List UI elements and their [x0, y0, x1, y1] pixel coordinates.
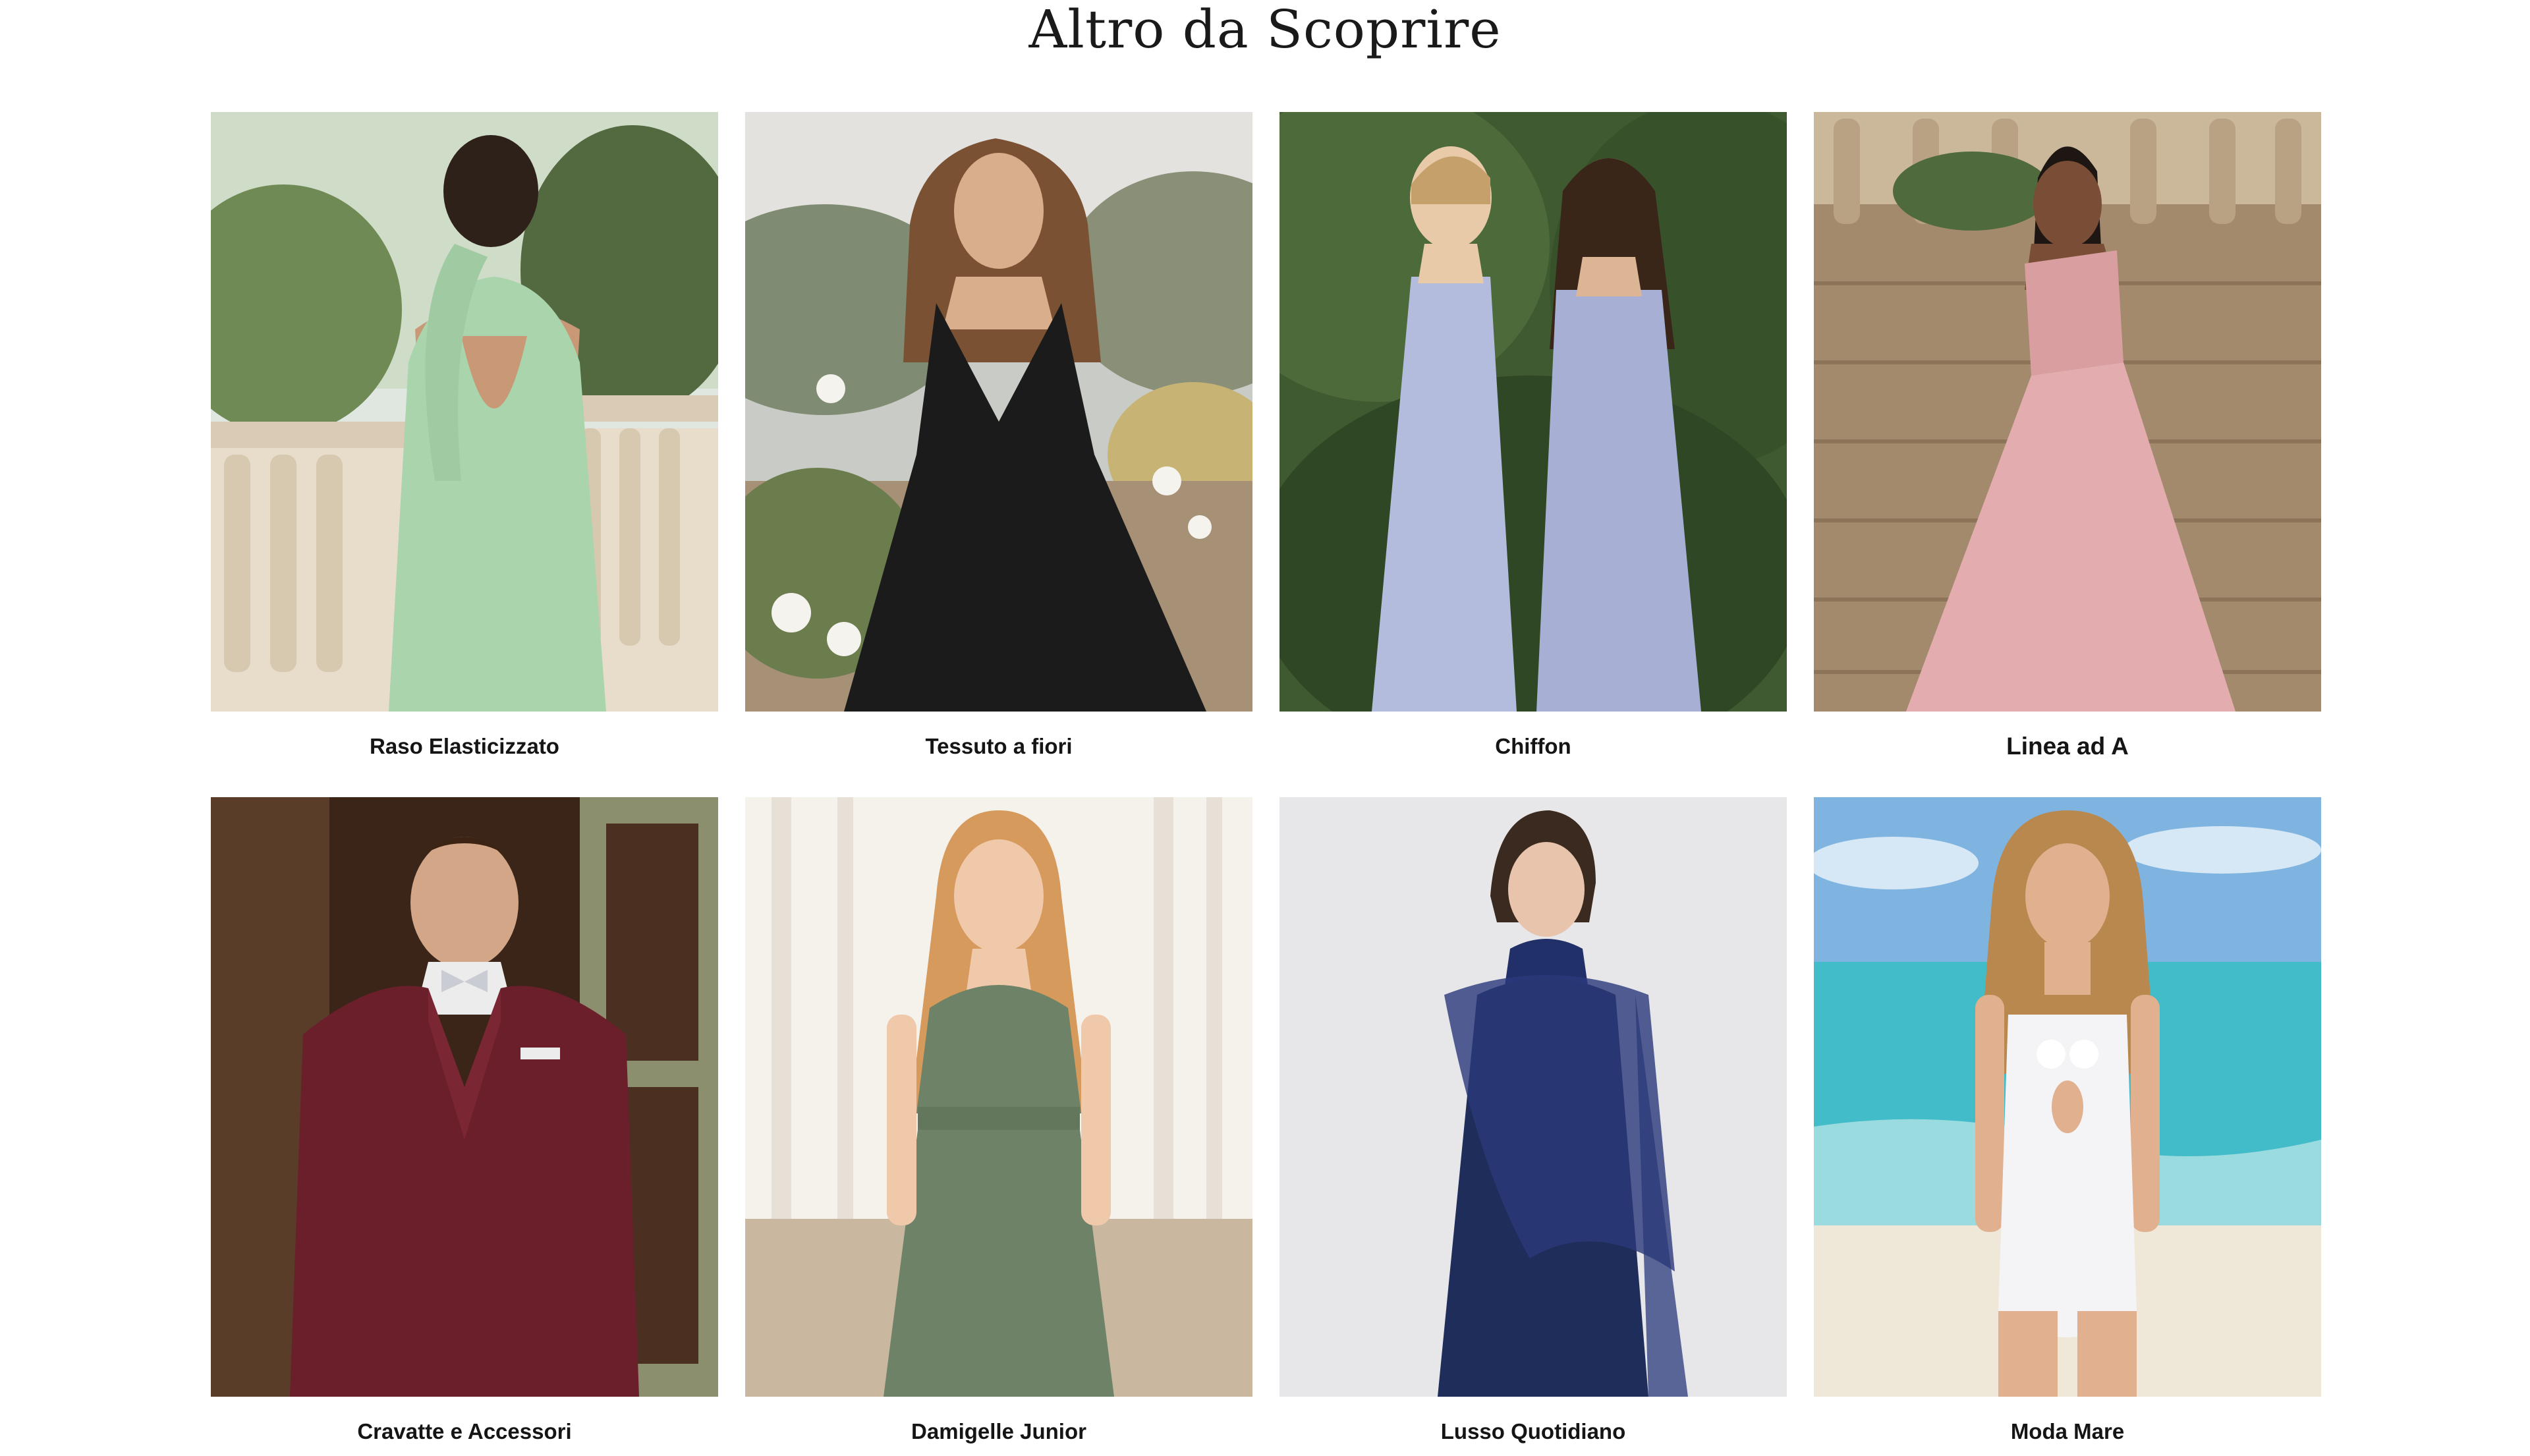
- category-label: Linea ad A: [2006, 733, 2129, 760]
- category-label: Moda Mare: [2010, 1419, 2125, 1443]
- category-label: Damigelle Junior: [911, 1419, 1086, 1443]
- category-image-raso-elasticizzato: [211, 112, 718, 712]
- photo-lavender-dresses: [1279, 112, 1787, 712]
- category-grid: Raso Elasticizzato Tessuto a fiori Chiff…: [211, 112, 2322, 1456]
- category-card-cravatte-e-accessori[interactable]: Cravatte e Accessori: [211, 797, 718, 1456]
- category-card-linea-ad-a[interactable]: Linea ad A: [1814, 112, 2321, 797]
- category-card-moda-mare[interactable]: Moda Mare: [1814, 797, 2321, 1456]
- photo-green-satin-dress: [211, 112, 718, 712]
- photo-pink-gown: [1814, 112, 2321, 712]
- category-label: Raso Elasticizzato: [370, 734, 559, 758]
- category-image-damigelle-junior: [745, 797, 1252, 1397]
- photo-sage-green-dress: [745, 797, 1252, 1397]
- category-label: Chiffon: [1495, 734, 1571, 758]
- category-card-raso-elasticizzato[interactable]: Raso Elasticizzato: [211, 112, 718, 797]
- category-image-cravatte-e-accessori: [211, 797, 718, 1397]
- photo-burgundy-suit: [211, 797, 718, 1397]
- category-image-chiffon: [1279, 112, 1787, 712]
- section-title: Altro da Scoprire: [1028, 0, 1502, 60]
- category-label: Cravatte e Accessori: [357, 1419, 572, 1443]
- category-image-tessuto-a-fiori: [745, 112, 1252, 712]
- category-label: Lusso Quotidiano: [1440, 1419, 1626, 1443]
- category-image-linea-ad-a: [1814, 112, 2321, 712]
- category-image-moda-mare: [1814, 797, 2321, 1397]
- category-image-lusso-quotidiano: [1279, 797, 1787, 1397]
- category-card-chiffon[interactable]: Chiffon: [1279, 112, 1787, 797]
- category-card-damigelle-junior[interactable]: Damigelle Junior: [745, 797, 1252, 1456]
- category-label: Tessuto a fiori: [925, 734, 1073, 758]
- photo-white-swimsuit: [1814, 797, 2321, 1397]
- photo-black-pleated-dress: [745, 112, 1252, 712]
- photo-navy-satin-dress: [1279, 797, 1787, 1397]
- category-card-lusso-quotidiano[interactable]: Lusso Quotidiano: [1279, 797, 1787, 1456]
- category-card-tessuto-a-fiori[interactable]: Tessuto a fiori: [745, 112, 1252, 797]
